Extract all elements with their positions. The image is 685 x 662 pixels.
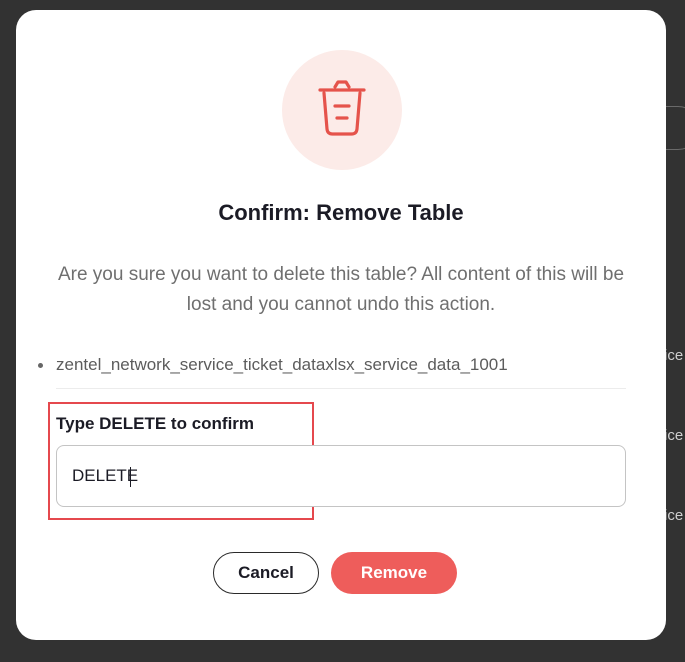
- bullet-icon: [38, 363, 43, 368]
- confirm-delete-input[interactable]: [56, 445, 626, 507]
- confirm-remove-dialog: Confirm: Remove Table Are you sure you w…: [16, 10, 666, 640]
- trash-icon-badge: [282, 50, 402, 170]
- table-list: zentel_network_service_ticket_dataxlsx_s…: [36, 352, 626, 378]
- trash-icon: [317, 79, 367, 142]
- table-name: zentel_network_service_ticket_dataxlsx_s…: [56, 355, 508, 374]
- dialog-message: Are you sure you want to delete this tab…: [57, 264, 625, 315]
- background-row-text: ice: [664, 427, 684, 444]
- remove-button[interactable]: Remove: [331, 552, 457, 594]
- background-row-text: ice: [664, 347, 684, 364]
- confirm-label: Type DELETE to confirm: [56, 414, 255, 433]
- divider: [56, 388, 626, 389]
- dialog-title: Confirm: Remove Table: [218, 200, 464, 225]
- cancel-button[interactable]: Cancel: [213, 552, 319, 594]
- list-item: zentel_network_service_ticket_dataxlsx_s…: [36, 352, 626, 378]
- text-caret: [130, 467, 131, 487]
- background-row-text: ice: [664, 507, 684, 524]
